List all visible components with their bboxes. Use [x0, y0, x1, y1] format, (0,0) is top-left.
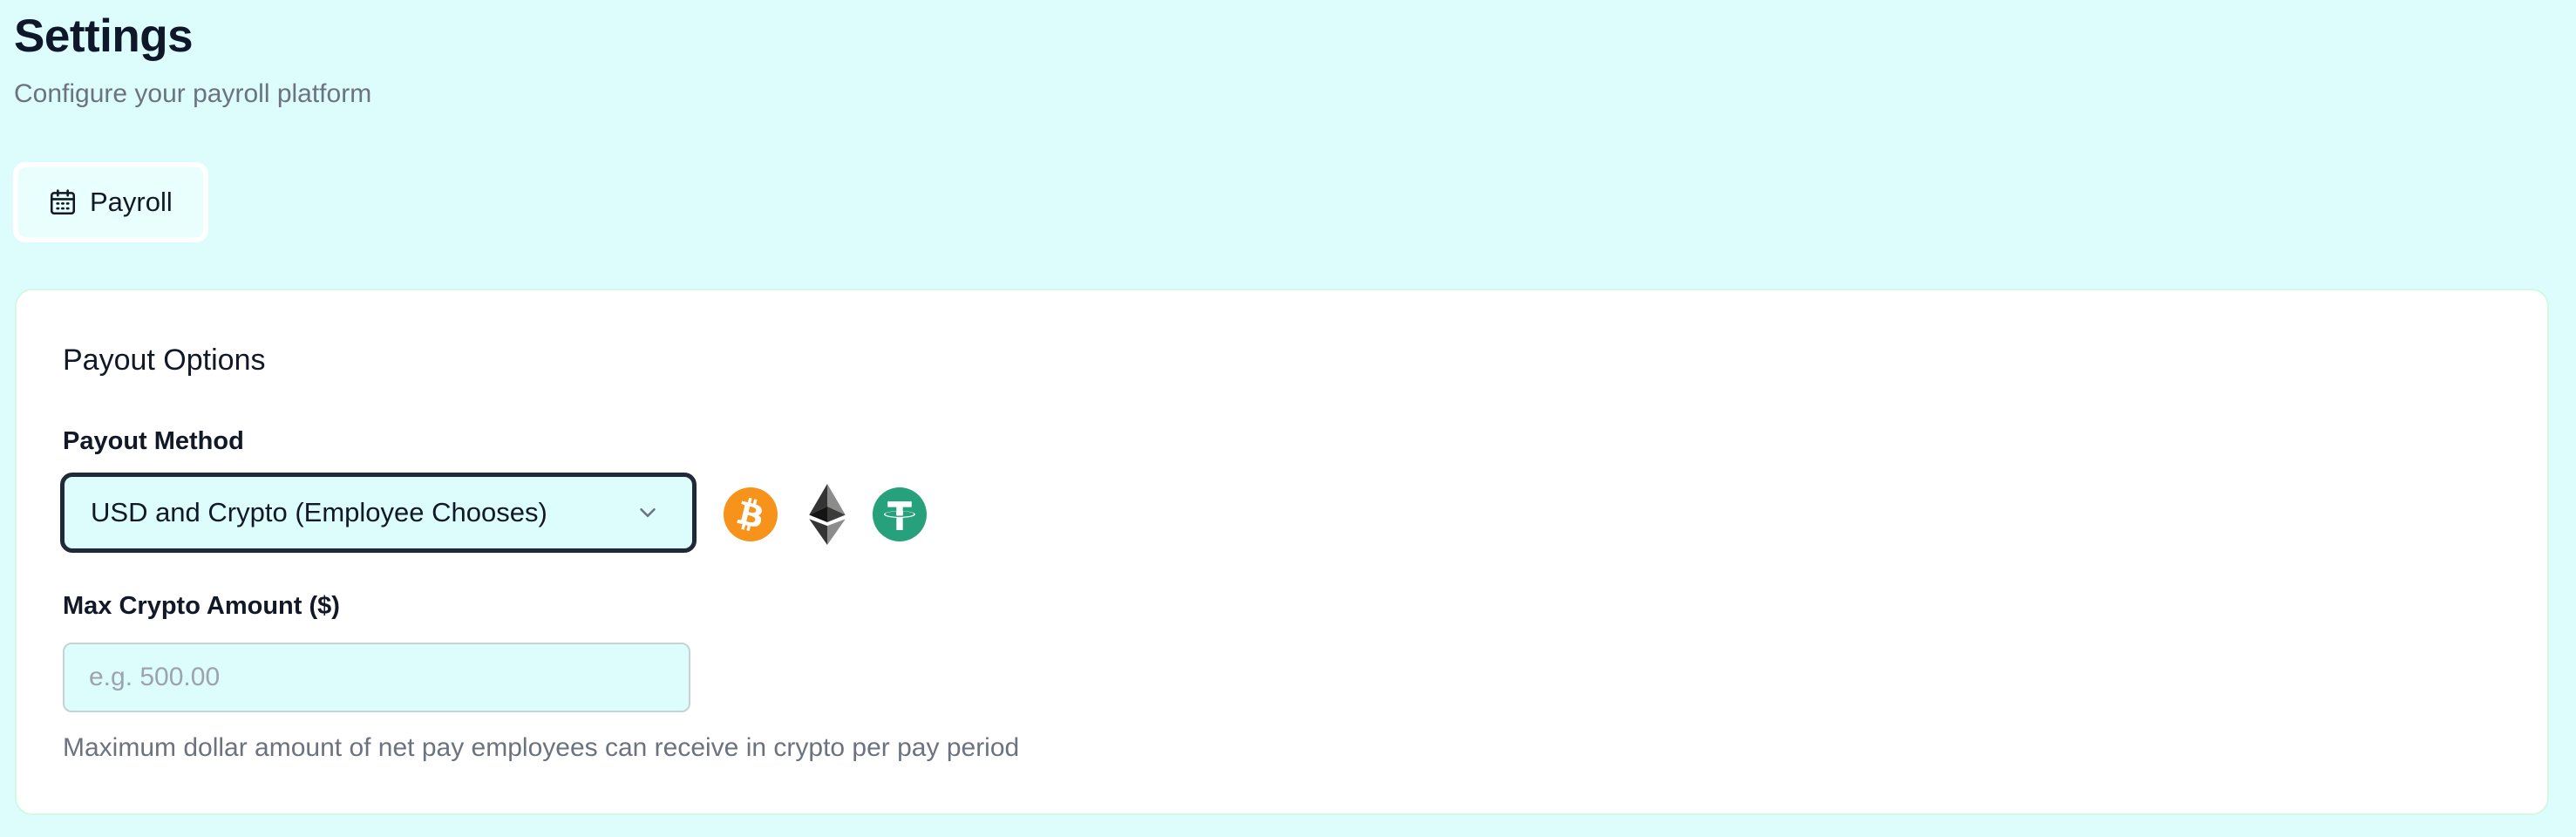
- page-title: Settings: [14, 10, 194, 62]
- calendar-icon: [48, 187, 78, 217]
- tether-icon: [873, 487, 927, 541]
- max-crypto-label: Max Crypto Amount ($): [63, 592, 340, 620]
- ethereum-icon: [807, 484, 847, 545]
- bitcoin-icon: [724, 487, 778, 541]
- payout-method-label: Payout Method: [63, 427, 244, 455]
- max-crypto-help: Maximum dollar amount of net pay employe…: [63, 733, 1020, 762]
- page-subtitle: Configure your payroll platform: [14, 79, 372, 108]
- chevron-down-icon: [635, 500, 661, 526]
- max-crypto-input[interactable]: [63, 643, 690, 712]
- payout-method-value: USD and Crypto (Employee Chooses): [91, 497, 547, 527]
- tab-payroll[interactable]: Payroll: [18, 167, 173, 237]
- payout-method-select[interactable]: USD and Crypto (Employee Chooses): [60, 473, 697, 553]
- payout-options-card: Payout Options Payout Method USD and Cry…: [15, 289, 2549, 815]
- settings-tabs: Payroll: [13, 162, 208, 242]
- tab-payroll-label: Payroll: [90, 187, 173, 217]
- payout-options-title: Payout Options: [63, 344, 266, 377]
